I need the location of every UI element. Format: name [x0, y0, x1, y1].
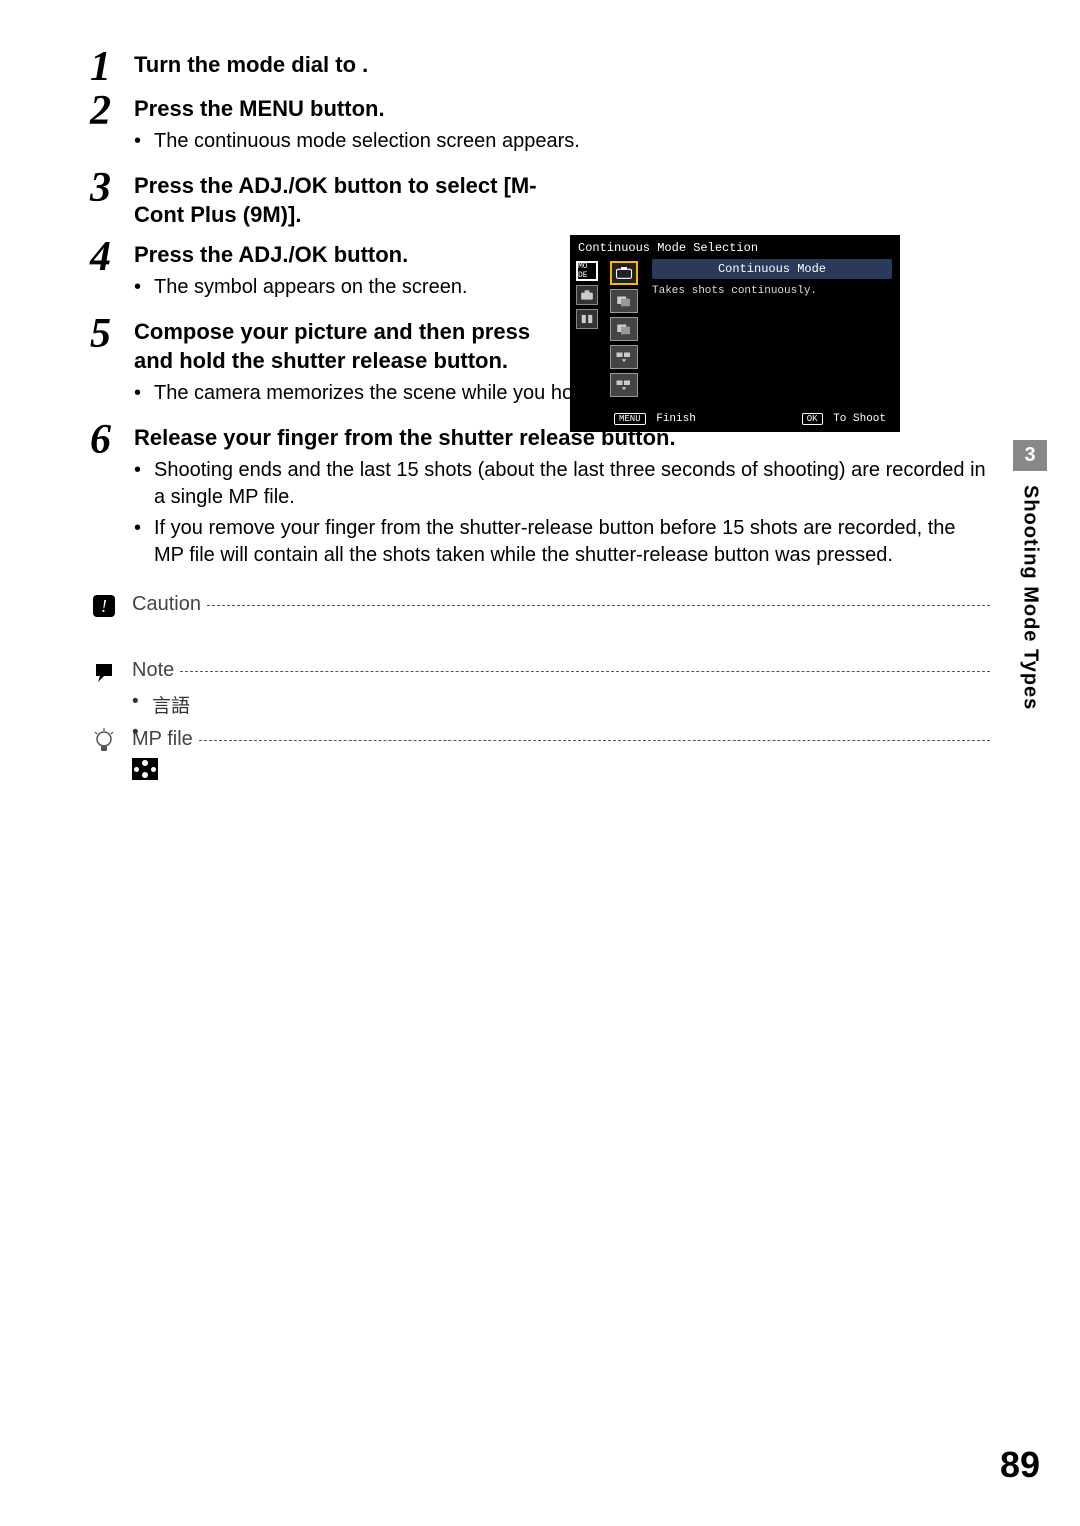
note-icon	[90, 659, 118, 685]
camera-mode-tab	[576, 309, 598, 329]
camera-option-icon	[610, 373, 638, 397]
mpfile-label: MP file	[132, 728, 193, 751]
side-tab: 3 Shooting Mode Types	[1010, 440, 1050, 710]
camera-option-icon	[610, 261, 638, 285]
divider	[199, 740, 990, 741]
caution-label: Caution	[132, 593, 201, 616]
divider	[180, 671, 990, 672]
camera-option-icon	[610, 317, 638, 341]
step-title: Press the ADJ./OK button.	[134, 240, 554, 270]
camera-screenshot: Continuous Mode Selection MO DE	[570, 235, 900, 432]
page-content: 1 Turn the mode dial to . 2 Press the ME…	[90, 50, 990, 785]
mp-file-icon	[132, 758, 158, 780]
step-3: 3 Press the ADJ./OK button to select [M-…	[90, 171, 990, 234]
step-2: 2 Press the MENU button. The continuous …	[90, 94, 990, 165]
mpfile-callout: MP file	[90, 728, 990, 754]
chapter-title: Shooting Mode Types	[1019, 485, 1042, 710]
caution-callout: ! Caution	[90, 593, 990, 619]
step-number: 4	[90, 236, 134, 278]
step-title: Turn the mode dial to .	[134, 50, 990, 80]
camera-option-icon	[610, 345, 638, 369]
step-sub: The symbol appears on the screen.	[134, 274, 554, 301]
camera-screen-title: Continuous Mode Selection	[574, 239, 896, 259]
step-number: 2	[90, 90, 134, 132]
svg-text:!: !	[101, 596, 107, 616]
camera-footer: MENU Finish OK To Shoot	[574, 409, 896, 428]
note-label: Note	[132, 659, 174, 682]
note-item: 言語	[132, 691, 990, 718]
camera-menu-action: Finish	[656, 413, 696, 425]
step-title: Press the ADJ./OK button to select [M-Co…	[134, 171, 554, 230]
step-number: 6	[90, 419, 134, 461]
camera-ok-action: To Shoot	[833, 413, 886, 425]
camera-mode-tab	[576, 285, 598, 305]
camera-mode-tabs: MO DE	[574, 259, 600, 409]
step-sub: The continuous mode selection screen app…	[134, 128, 990, 155]
step-number: 1	[90, 46, 134, 88]
chapter-number: 3	[1013, 440, 1047, 471]
caution-icon: !	[90, 593, 118, 619]
camera-option-list	[604, 259, 644, 409]
lightbulb-icon	[90, 728, 118, 754]
step-number: 3	[90, 167, 134, 209]
step-sub: Shooting ends and the last 15 shots (abo…	[134, 457, 990, 511]
camera-ok-button-label: OK	[802, 413, 823, 425]
page-number: 89	[1000, 1444, 1040, 1486]
note-items: 言語	[132, 691, 990, 718]
step-title: Compose your picture and then press and …	[134, 317, 554, 376]
camera-menu-button-label: MENU	[614, 413, 646, 425]
camera-mode-name: Continuous Mode	[652, 259, 892, 279]
camera-mode-description: Takes shots continuously.	[652, 285, 892, 297]
step-6: 6 Release your finger from the shutter r…	[90, 423, 990, 579]
step-number: 5	[90, 313, 134, 355]
step-title: Press the MENU button.	[134, 94, 990, 124]
step-sub: If you remove your finger from the shutt…	[134, 515, 990, 569]
step-1: 1 Turn the mode dial to .	[90, 50, 990, 88]
note-callout: Note	[90, 659, 990, 685]
divider	[207, 605, 990, 606]
camera-option-icon	[610, 289, 638, 313]
camera-mode-tab: MO DE	[576, 261, 598, 281]
